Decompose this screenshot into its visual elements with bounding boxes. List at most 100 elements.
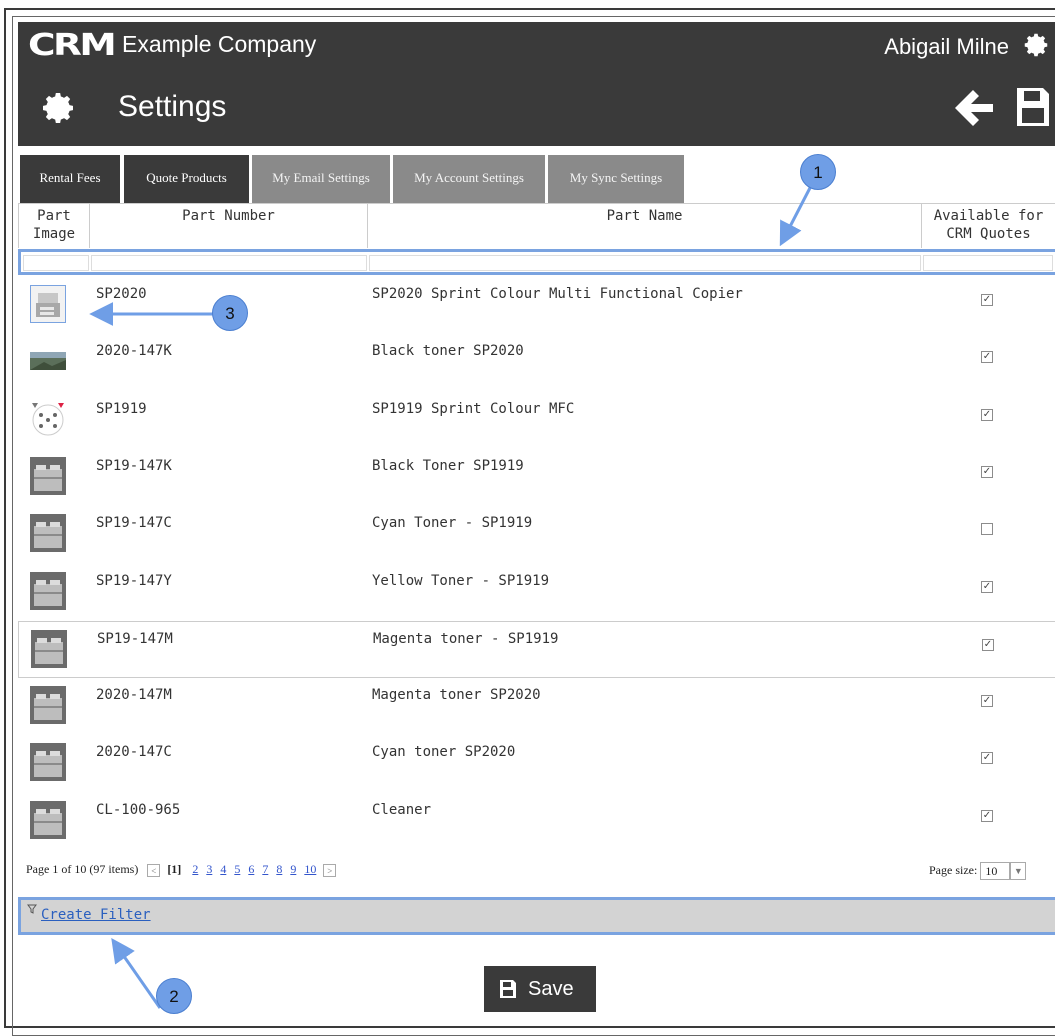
filter-input-part-name[interactable] (369, 255, 921, 271)
column-header-part-name[interactable]: Part Name (368, 203, 922, 248)
table-row[interactable]: SP2020 SP2020 Sprint Colour Multi Functio… (18, 277, 1055, 334)
table-row[interactable]: SP19-147M Magenta toner - SP1919 ✓ (18, 620, 1055, 678)
page-size-label: Page size: (929, 862, 978, 877)
available-checkbox[interactable]: ✓ (981, 465, 993, 478)
part-image-thumbnail[interactable] (30, 400, 66, 438)
filter-input-part-number[interactable] (91, 255, 367, 271)
part-number-cell: SP19-147K (96, 457, 172, 474)
part-name-cell: SP2020 Sprint Colour Multi Functional Co… (372, 286, 743, 302)
grid-filter-row (18, 249, 1055, 275)
company-name: Example Company (122, 31, 317, 57)
available-checkbox[interactable]: ✓ (981, 294, 993, 306)
crm-logo: CRM (28, 28, 117, 63)
table-row[interactable]: 2020-147M Magenta toner SP2020 ✓ (18, 678, 1055, 735)
part-image-thumbnail[interactable] (30, 456, 66, 495)
tab-my-sync-settings[interactable]: My Sync Settings (548, 155, 684, 203)
page-size-input[interactable]: 10 (980, 862, 1011, 880)
chevron-down-icon[interactable]: ▼ (1010, 862, 1027, 880)
available-checkbox[interactable]: ✓ (981, 408, 993, 421)
page-link[interactable]: 4 (220, 862, 226, 876)
available-checkbox[interactable]: ✓ (981, 580, 993, 593)
app-header: CRM Example Company Abigail Milne (18, 22, 1055, 70)
tab-my-account-settings[interactable]: My Account Settings (393, 155, 545, 203)
header-text: Available for (933, 208, 1044, 224)
part-name-cell: Yellow Toner - SP1919 (372, 572, 550, 589)
available-checkbox[interactable]: ✓ (981, 809, 993, 822)
callout-badge-2: 2 (156, 978, 192, 1014)
available-checkbox[interactable]: ✓ (981, 351, 993, 364)
part-number-cell: SP19-147Y (96, 572, 172, 589)
page-link[interactable]: 2 (192, 862, 198, 876)
available-checkbox[interactable]: ✓ (981, 752, 993, 765)
column-header-part-image[interactable]: Part Image (18, 203, 90, 248)
part-name-cell: Magenta toner SP2020 (372, 687, 541, 704)
part-name-cell: Black toner SP2020 (372, 343, 524, 360)
settings-gear-icon (43, 93, 73, 123)
page-link[interactable]: 9 (290, 862, 296, 876)
part-image-thumbnail[interactable] (31, 629, 67, 668)
part-name-cell: Cyan toner SP2020 (372, 744, 516, 761)
column-header-part-number[interactable]: Part Number (90, 203, 368, 248)
tab-rental-fees[interactable]: Rental Fees (20, 155, 120, 203)
part-number-cell: 2020-147C (96, 744, 172, 761)
header-text: Image (32, 226, 76, 242)
header-text: Part Number (182, 208, 275, 224)
table-row[interactable]: SP1919 SP1919 Sprint Colour MFC ✓ (18, 392, 1055, 449)
part-number-cell: CL-100-965 (96, 801, 181, 818)
tab-my-email-settings[interactable]: My Email Settings (252, 155, 390, 203)
create-filter-link[interactable]: Create Filter (41, 907, 151, 923)
page-link[interactable]: 7 (262, 862, 268, 876)
page-size-control: Page size: 10 ▼ (929, 862, 1027, 880)
page-link[interactable]: 8 (276, 862, 282, 876)
table-row[interactable]: CL-100-965 Cleaner ✓ (18, 793, 1055, 850)
part-name-cell: Magenta toner - SP1919 (373, 630, 559, 647)
part-image-thumbnail[interactable] (30, 571, 66, 610)
available-checkbox[interactable]: ✓ (981, 695, 993, 708)
back-arrow-icon[interactable] (953, 88, 995, 128)
page-link[interactable]: 6 (248, 862, 254, 876)
part-image-thumbnail[interactable] (29, 284, 67, 324)
tab-quote-products[interactable]: Quote Products (124, 155, 249, 203)
part-number-cell: 2020-147M (96, 687, 172, 704)
available-checkbox[interactable]: ✓ (982, 638, 994, 651)
save-button[interactable]: Save (484, 966, 596, 1012)
table-row[interactable]: 2020-147C Cyan toner SP2020 ✓ (18, 735, 1055, 792)
part-image-thumbnail[interactable] (30, 686, 66, 725)
table-row[interactable]: SP19-147C Cyan Toner - SP1919 (18, 506, 1055, 563)
page-link[interactable]: 3 (206, 862, 212, 876)
filter-input-available[interactable] (923, 255, 1053, 271)
save-icon (500, 980, 516, 998)
part-name-cell: Cleaner (372, 801, 432, 818)
save-disk-icon[interactable] (1015, 86, 1051, 128)
available-checkbox[interactable] (981, 523, 993, 536)
prev-page-button[interactable]: < (147, 863, 161, 877)
part-number-cell: SP1919 (96, 400, 147, 417)
header-text: CRM Quotes (946, 226, 1031, 242)
part-name-cell: Black Toner SP1919 (372, 457, 524, 474)
part-image-thumbnail[interactable] (30, 342, 66, 380)
page-link[interactable]: 10 (304, 862, 316, 876)
part-number-cell: 2020-147K (96, 343, 172, 360)
settings-toolbar: Settings (18, 70, 1055, 146)
table-row[interactable]: SP19-147K Black Toner SP1919 ✓ (18, 449, 1055, 506)
part-image-thumbnail[interactable] (30, 743, 66, 782)
next-page-button[interactable]: > (323, 863, 337, 877)
user-gear-icon[interactable] (1021, 30, 1051, 60)
header-text: Part (37, 208, 71, 224)
callout-badge-3: 3 (212, 295, 248, 331)
part-image-thumbnail[interactable] (30, 800, 66, 839)
pager: Page 1 of 10 (97 items) < [1] 2 3 4 5 6 7 8 9 10… (26, 862, 337, 877)
current-page: [1] (167, 862, 182, 876)
page-link[interactable]: 5 (234, 862, 240, 876)
part-number-cell: SP2020 (96, 286, 147, 302)
callout-badge-1: 1 (800, 154, 836, 190)
page-title: Settings (118, 90, 227, 123)
column-header-available[interactable]: Available for CRM Quotes (922, 203, 1055, 248)
save-button-label: Save (528, 978, 574, 1000)
part-image-thumbnail[interactable] (30, 514, 66, 553)
table-row[interactable]: SP19-147Y Yellow Toner - SP1919 ✓ (18, 564, 1055, 621)
part-number-cell: SP19-147C (96, 515, 172, 532)
table-row[interactable]: 2020-147K Black toner SP2020 ✓ (18, 334, 1055, 391)
filter-input-image[interactable] (23, 255, 89, 271)
user-name[interactable]: Abigail Milne (884, 34, 1009, 60)
